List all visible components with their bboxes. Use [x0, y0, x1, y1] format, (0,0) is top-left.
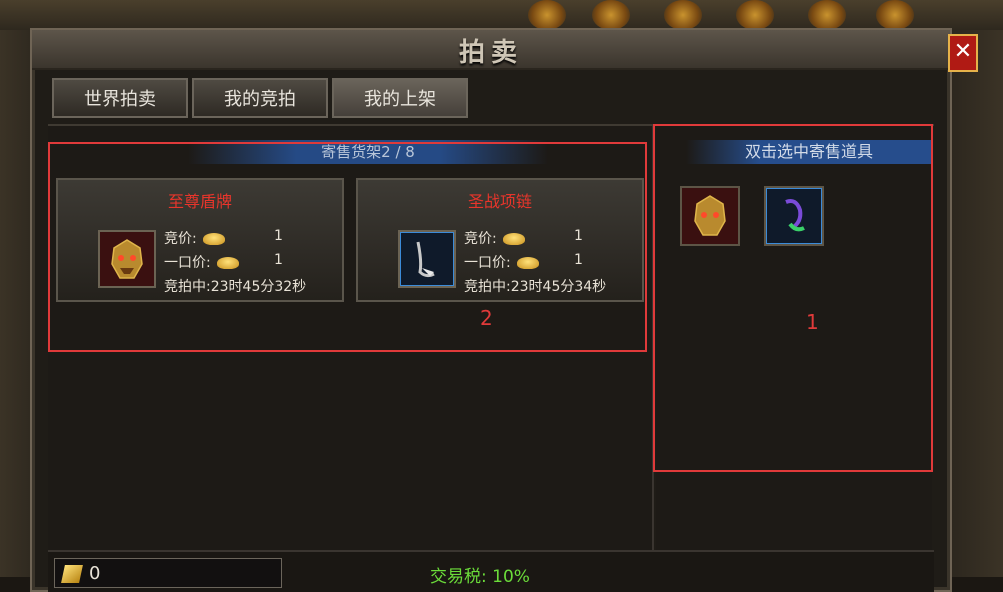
tab-my-bids[interactable]: 我的竞拍	[192, 78, 328, 118]
bottom-bar: 0 交易税: 10%	[48, 550, 934, 592]
annotation-label-items: 1	[806, 310, 819, 334]
top-bar-icon[interactable]	[808, 0, 846, 30]
annotation-label-shelf: 2	[480, 306, 493, 330]
top-bar-icon[interactable]	[592, 0, 630, 30]
top-bar-icon[interactable]	[876, 0, 914, 30]
money-display: 0	[54, 558, 282, 588]
top-bar-icon[interactable]	[528, 0, 566, 30]
money-value: 0	[89, 563, 101, 584]
annotation-box-items	[653, 124, 933, 472]
top-bar-icon[interactable]	[664, 0, 702, 30]
gold-icon	[61, 565, 83, 583]
top-bar-icon[interactable]	[736, 0, 774, 30]
annotation-box-shelf	[48, 142, 647, 352]
window-title: 拍卖	[458, 38, 523, 68]
close-button[interactable]: ✕	[948, 34, 978, 72]
tab-world-auction[interactable]: 世界拍卖	[52, 78, 188, 118]
top-icon-strip	[0, 0, 1003, 30]
game-right-border	[943, 0, 1003, 577]
tab-bar: 世界拍卖 我的竞拍 我的上架	[52, 78, 468, 118]
trade-tax: 交易税: 10%	[430, 567, 530, 587]
title-bar[interactable]: 拍卖 ✕	[32, 30, 978, 72]
tab-my-listings[interactable]: 我的上架	[332, 78, 468, 118]
